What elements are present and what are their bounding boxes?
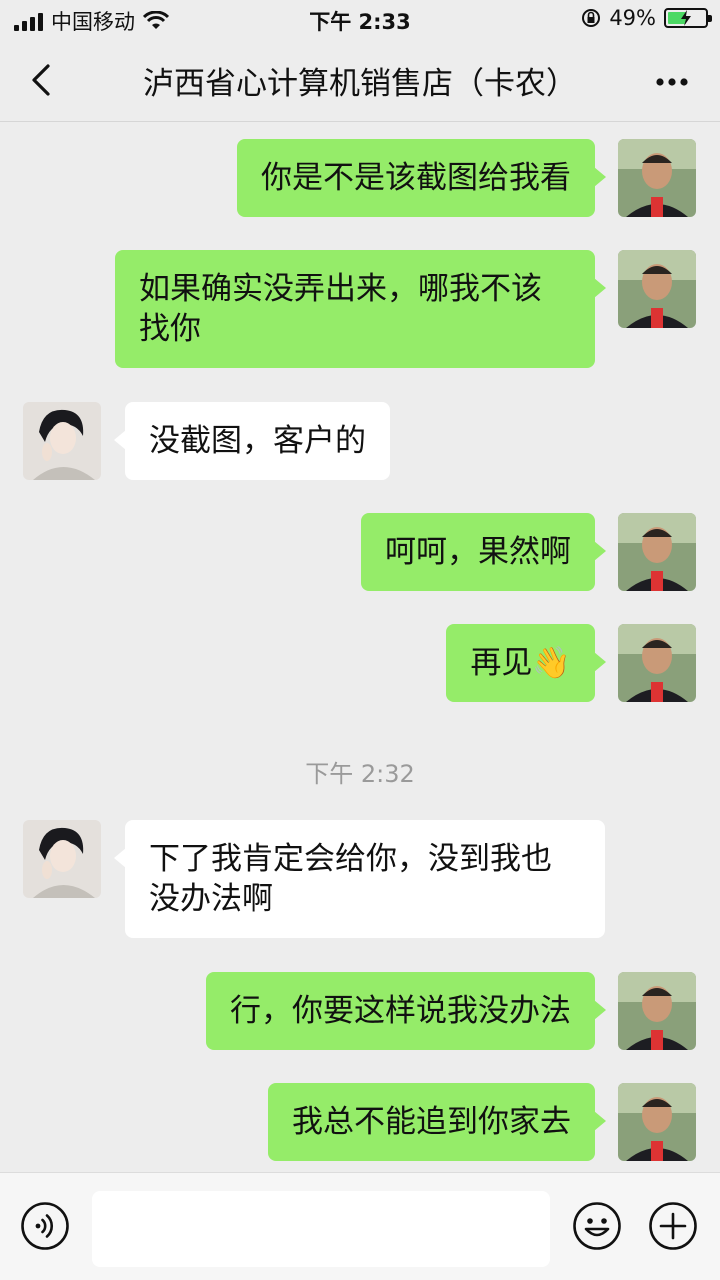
message-text: 你是不是该截图给我看 [261, 160, 571, 196]
my-avatar[interactable] [618, 972, 696, 1050]
plus-icon[interactable] [648, 1201, 698, 1251]
my-avatar[interactable] [618, 139, 696, 217]
message-text: 行，你要这样说我没办法 [230, 993, 571, 1029]
message-text: 我总不能追到你家去 [292, 1104, 571, 1140]
message-text: 再见 [470, 645, 533, 681]
message-bubble-received[interactable]: 下了我肯定会给你，没到我也没办法啊 [114, 820, 605, 938]
chat-header: 泸西省心计算机销售店（卡农） [0, 40, 720, 122]
status-bar: 中国移动 下午 2:33 49% [0, 0, 720, 40]
more-options-icon[interactable] [652, 62, 692, 102]
status-right: 49% [581, 6, 712, 30]
my-avatar[interactable] [618, 250, 696, 328]
my-avatar[interactable] [618, 624, 696, 702]
message-text: 呵呵，果然啊 [385, 534, 571, 570]
contact-avatar[interactable] [23, 402, 101, 480]
message-bubble-sent[interactable]: 我总不能追到你家去 [268, 1083, 606, 1161]
chat-title: 泸西省心计算机销售店（卡农） [143, 66, 577, 102]
message-text: 如果确实没弄出来，哪我不该找你 [139, 271, 542, 347]
message-bubble-sent[interactable]: 你是不是该截图给我看 [237, 139, 606, 217]
back-arrow-icon[interactable] [24, 60, 64, 100]
message-list[interactable]: 你是不是该截图给我看 如果确实没弄出来，哪我不该找你 没截图，客户的 呵呵，果然… [0, 122, 720, 1172]
battery-percent: 49% [609, 6, 656, 30]
voice-icon[interactable] [20, 1201, 70, 1251]
message-bubble-received[interactable]: 没截图，客户的 [114, 402, 390, 480]
message-bubble-sent[interactable]: 行，你要这样说我没办法 [206, 972, 606, 1050]
message-bubble-sent[interactable]: 如果确实没弄出来，哪我不该找你 [115, 250, 606, 368]
contact-avatar[interactable] [23, 820, 101, 898]
message-text: 下了我肯定会给你，没到我也没办法啊 [149, 841, 552, 917]
input-bar [0, 1172, 720, 1280]
emoji-icon[interactable] [572, 1201, 622, 1251]
orientation-lock-icon [582, 9, 601, 27]
battery-icon [664, 8, 712, 28]
message-input[interactable] [92, 1191, 550, 1267]
chat-timestamp: 下午 2:32 [305, 760, 415, 788]
message-bubble-sent[interactable]: 再见👋 [446, 624, 606, 702]
my-avatar[interactable] [618, 513, 696, 591]
message-text: 没截图，客户的 [149, 423, 366, 459]
waving-hand-emoji: 👋 [532, 645, 571, 681]
message-bubble-sent[interactable]: 呵呵，果然啊 [361, 513, 606, 591]
my-avatar[interactable] [618, 1083, 696, 1161]
